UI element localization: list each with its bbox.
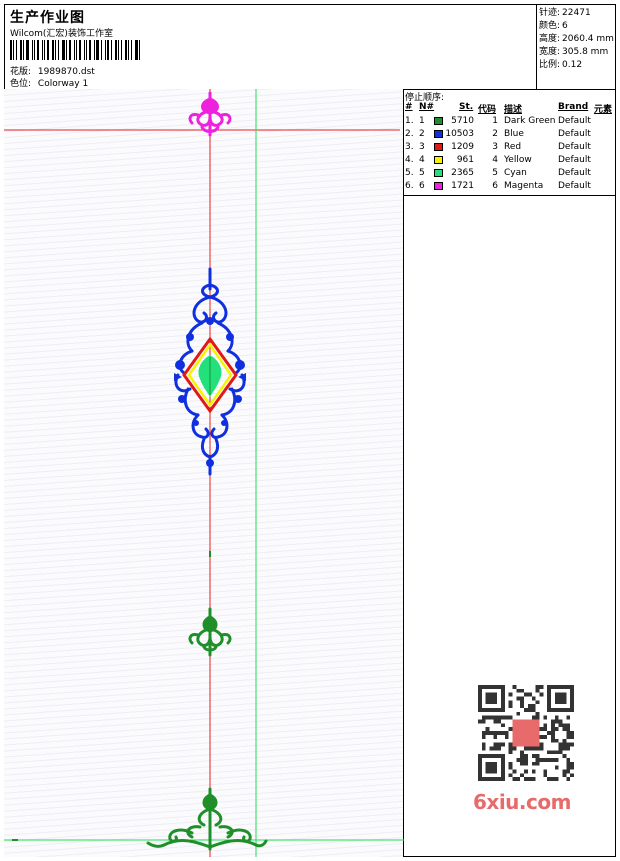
row-brand: Default bbox=[558, 116, 591, 126]
table-row[interactable]: 5. 5 2365 5 Cyan Default bbox=[404, 168, 616, 181]
stat-label: 宽度: bbox=[539, 47, 561, 57]
row-needle: 3 bbox=[419, 142, 425, 152]
row-description: Red bbox=[504, 142, 522, 152]
row-code: 6 bbox=[492, 181, 498, 191]
color-swatch bbox=[434, 117, 443, 125]
stat-label: 针迹: bbox=[539, 8, 561, 18]
col-header-stitches: St. bbox=[459, 102, 474, 112]
color-swatch bbox=[434, 130, 443, 138]
colorway-label: 色位: bbox=[10, 79, 32, 89]
row-stitches: 1209 bbox=[451, 142, 474, 152]
row-brand: Default bbox=[558, 181, 591, 191]
row-brand: Default bbox=[558, 129, 591, 139]
row-code: 1 bbox=[492, 116, 498, 126]
stat-label: 比例: bbox=[539, 60, 561, 70]
stat-height: 高度: 2060.4 mm bbox=[539, 31, 614, 44]
col-header-description: 描述 bbox=[504, 105, 523, 115]
row-stitches: 2365 bbox=[451, 168, 474, 178]
stat-stitches: 针迹: 22471 bbox=[539, 5, 591, 18]
header-panel: 生产作业图 Wilcom(汇宏)装饰工作室 花版: 1989870.dst 色位… bbox=[4, 4, 537, 90]
row-description: Blue bbox=[504, 129, 524, 139]
table-row[interactable]: 4. 4 961 4 Yellow Default bbox=[404, 155, 616, 168]
stop-sequence-table: 停止顺序: # N# St. 代码 描述 Brand 元素 1. 1 5710 … bbox=[404, 89, 616, 196]
watermark-text: 6xiu.com bbox=[473, 790, 571, 814]
row-num: 3. bbox=[405, 142, 414, 152]
col-header-code: 代码 bbox=[478, 105, 497, 115]
table-row[interactable]: 1. 1 5710 1 Dark Green Default bbox=[404, 116, 616, 129]
row-needle: 2 bbox=[419, 129, 425, 139]
color-swatch bbox=[434, 169, 443, 177]
color-swatch bbox=[434, 156, 443, 164]
sheet-title: 生产作业图 bbox=[10, 10, 85, 26]
col-header-n: N# bbox=[419, 102, 435, 112]
row-needle: 6 bbox=[419, 181, 425, 191]
company-name: Wilcom(汇宏)装饰工作室 bbox=[10, 29, 113, 39]
row-stitches: 10503 bbox=[445, 129, 474, 139]
row-code: 2 bbox=[492, 129, 498, 139]
stat-colors: 颜色: 6 bbox=[539, 18, 568, 31]
col-header-element: 元素 bbox=[594, 105, 613, 115]
row-description: Cyan bbox=[504, 168, 527, 178]
row-needle: 1 bbox=[419, 116, 425, 126]
col-header-num: # bbox=[405, 102, 413, 112]
row-needle: 4 bbox=[419, 155, 425, 165]
row-num: 6. bbox=[405, 181, 414, 191]
stats-panel: 针迹: 22471 颜色: 6 高度: 2060.4 mm 宽度: 305.8 mm 比… bbox=[536, 4, 616, 90]
color-swatch bbox=[434, 182, 443, 190]
green-motif-middle bbox=[188, 607, 232, 657]
row-stitches: 5710 bbox=[451, 116, 474, 126]
stat-label: 颜色: bbox=[539, 21, 561, 31]
row-brand: Default bbox=[558, 155, 591, 165]
row-num: 4. bbox=[405, 155, 414, 165]
design-canvas[interactable] bbox=[4, 89, 404, 857]
table-row[interactable]: 3. 3 1209 3 Red Default bbox=[404, 142, 616, 155]
row-num: 1. bbox=[405, 116, 414, 126]
stat-value: 0.12 bbox=[562, 60, 583, 70]
row-stitches: 1721 bbox=[451, 181, 474, 191]
row-code: 5 bbox=[492, 168, 498, 178]
stat-label: 高度: bbox=[539, 34, 561, 44]
colorway-value: Colorway 1 bbox=[37, 79, 89, 89]
stat-scale: 比例: 0.12 bbox=[539, 57, 582, 70]
row-description: Dark Green bbox=[504, 116, 556, 126]
col-header-brand: Brand bbox=[558, 102, 589, 112]
watermark: 6xiu.com bbox=[470, 682, 588, 822]
design-preview bbox=[4, 89, 404, 857]
row-needle: 5 bbox=[419, 168, 425, 178]
row-code: 4 bbox=[492, 155, 498, 165]
stat-value: 305.8 mm bbox=[562, 47, 609, 57]
row-brand: Default bbox=[558, 168, 591, 178]
row-description: Magenta bbox=[504, 181, 544, 191]
table-row[interactable]: 6. 6 1721 6 Magenta Default bbox=[404, 181, 616, 194]
row-num: 2. bbox=[405, 129, 414, 139]
stat-width: 宽度: 305.8 mm bbox=[539, 44, 608, 57]
stat-value: 6 bbox=[562, 21, 568, 31]
stat-value: 2060.4 mm bbox=[562, 34, 614, 44]
stat-value: 22471 bbox=[562, 8, 591, 18]
magenta-motif bbox=[188, 91, 232, 137]
row-brand: Default bbox=[558, 142, 591, 152]
qr-code bbox=[478, 685, 574, 781]
table-row[interactable]: 2. 2 10503 2 Blue Default bbox=[404, 129, 616, 142]
row-num: 5. bbox=[405, 168, 414, 178]
barcode bbox=[10, 40, 146, 60]
row-description: Yellow bbox=[504, 155, 532, 165]
row-code: 3 bbox=[492, 142, 498, 152]
row-stitches: 961 bbox=[456, 155, 474, 165]
colorway-row: 色位: Colorway 1 bbox=[10, 76, 88, 89]
color-swatch bbox=[434, 143, 443, 151]
